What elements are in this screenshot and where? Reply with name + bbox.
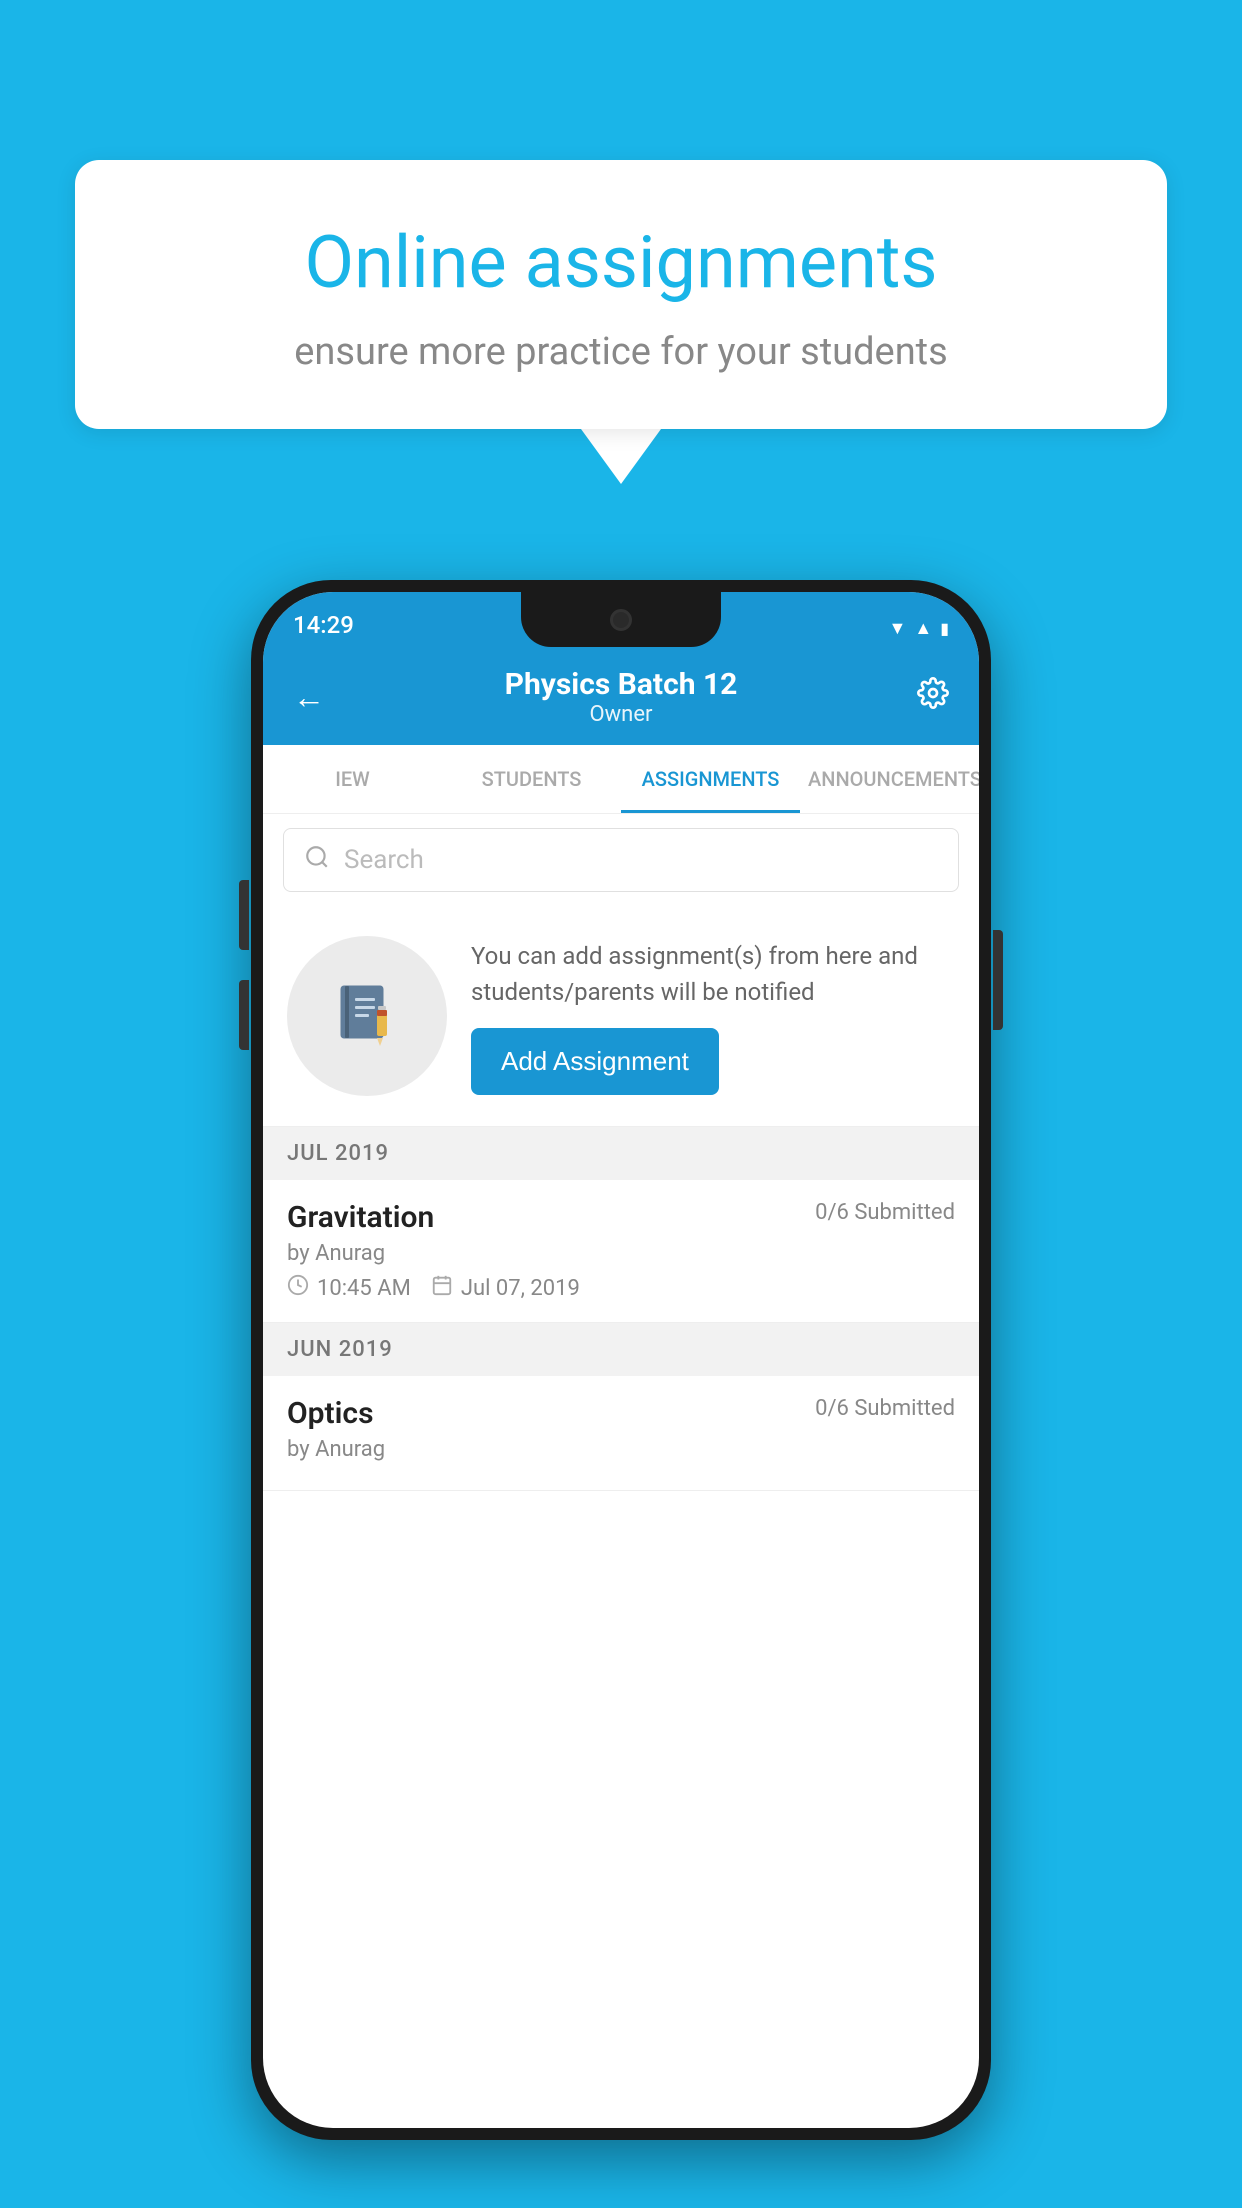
assignment-by: by Anurag — [287, 1241, 955, 1266]
promo-icon-circle — [287, 936, 447, 1096]
signal-icon: ▲ — [914, 618, 932, 639]
assignment-submitted-count: 0/6 Submitted — [815, 1200, 955, 1225]
phone-notch — [521, 592, 721, 647]
speech-bubble-tail — [581, 429, 661, 484]
search-placeholder-text: Search — [344, 845, 424, 875]
assignment-header-row-optics: Optics 0/6 Submitted — [287, 1396, 955, 1431]
assignment-submitted-count-optics: 0/6 Submitted — [815, 1396, 955, 1421]
promo-text: You can add assignment(s) from here and … — [471, 938, 955, 1010]
phone-outer: 14:29 ▼ ▲ ▮ ← Physics Batch 12 — [251, 580, 991, 2140]
wifi-icon: ▼ — [889, 618, 907, 639]
speech-bubble-subtitle: ensure more practice for your students — [145, 330, 1097, 374]
assignment-meta: 10:45 AM Jul 07, 201 — [287, 1274, 955, 1302]
assignment-time: 10:45 AM — [287, 1274, 411, 1302]
assignment-name-optics: Optics — [287, 1396, 374, 1431]
tab-students[interactable]: STUDENTS — [442, 745, 621, 813]
assignment-date: Jul 07, 2019 — [431, 1274, 580, 1302]
clock-icon — [287, 1274, 309, 1302]
side-button-power — [993, 930, 1003, 1030]
add-assignment-promo: You can add assignment(s) from here and … — [263, 906, 979, 1127]
assignment-header-row: Gravitation 0/6 Submitted — [287, 1200, 955, 1235]
phone-screen: 14:29 ▼ ▲ ▮ ← Physics Batch 12 — [263, 592, 979, 2128]
assignment-name: Gravitation — [287, 1200, 434, 1235]
search-input[interactable]: Search — [283, 828, 959, 892]
app-header: ← Physics Batch 12 Owner — [263, 647, 979, 745]
status-time: 14:29 — [293, 611, 354, 639]
speech-bubble: Online assignments ensure more practice … — [75, 160, 1167, 429]
section-jul-2019: JUL 2019 — [263, 1127, 979, 1180]
back-button[interactable]: ← — [293, 678, 325, 716]
tabs-bar: IEW STUDENTS ASSIGNMENTS ANNOUNCEMENTS — [263, 745, 979, 814]
tab-iew[interactable]: IEW — [263, 745, 442, 813]
header-title-block: Physics Batch 12 Owner — [505, 667, 738, 727]
assignment-optics[interactable]: Optics 0/6 Submitted by Anurag — [263, 1376, 979, 1491]
assignment-by-optics: by Anurag — [287, 1437, 955, 1462]
speech-bubble-title: Online assignments — [145, 220, 1097, 306]
header-subtitle: Owner — [505, 702, 738, 727]
assignment-gravitation[interactable]: Gravitation 0/6 Submitted by Anurag — [263, 1180, 979, 1323]
camera — [610, 609, 632, 631]
add-assignment-button[interactable]: Add Assignment — [471, 1028, 719, 1095]
promo-content: You can add assignment(s) from here and … — [471, 938, 955, 1095]
calendar-icon — [431, 1274, 453, 1302]
search-icon — [304, 844, 330, 877]
battery-icon: ▮ — [940, 619, 949, 638]
settings-button[interactable] — [917, 677, 949, 717]
phone-mockup: 14:29 ▼ ▲ ▮ ← Physics Batch 12 — [251, 580, 991, 2140]
speech-bubble-container: Online assignments ensure more practice … — [75, 160, 1167, 484]
tab-announcements[interactable]: ANNOUNCEMENTS — [800, 745, 979, 813]
side-button-vol-down — [239, 980, 249, 1050]
tab-assignments[interactable]: ASSIGNMENTS — [621, 745, 800, 813]
side-button-vol-up — [239, 880, 249, 950]
header-title: Physics Batch 12 — [505, 667, 738, 702]
search-bar: Search — [263, 814, 979, 906]
status-icons: ▼ ▲ ▮ — [889, 618, 949, 639]
section-jun-2019: JUN 2019 — [263, 1323, 979, 1376]
